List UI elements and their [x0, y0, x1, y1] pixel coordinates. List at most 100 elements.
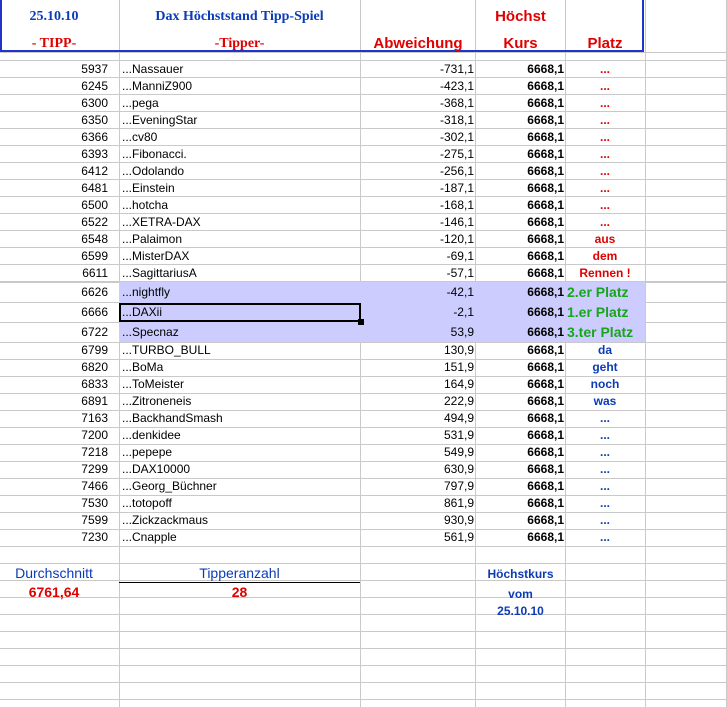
tipp-value: 6611	[82, 266, 108, 280]
tipper-name: ...pega	[122, 96, 159, 110]
abweichung-value: 164,9	[443, 377, 474, 391]
platz-value: ...	[599, 181, 610, 195]
kurs-value: 6668,1	[527, 164, 564, 178]
col-header-tipp: - TIPP-	[31, 36, 77, 51]
grid-row-line	[0, 665, 727, 666]
kurs-value: 6668,1	[527, 513, 564, 527]
platz-value: ...	[599, 130, 610, 144]
kurs-value: 6668,1	[527, 113, 564, 127]
tipper-name: ...pepepe	[122, 445, 173, 459]
col-header-tipper: -Tipper-	[214, 36, 265, 51]
tipp-value: 6666	[81, 305, 108, 319]
page-title: Dax Höchststand Tipp-Spiel	[155, 9, 324, 24]
platz-value: ...	[599, 79, 610, 93]
col-header-hoechst: Höchst	[495, 8, 546, 25]
abweichung-value: -146,1	[439, 215, 474, 229]
tipper-name: ...Fibonacci.	[122, 147, 187, 161]
tipp-value: 6300	[81, 96, 108, 110]
tipp-value: 6833	[81, 377, 108, 391]
kurs-value: 6668,1	[527, 249, 564, 263]
platz-value: aus	[594, 232, 616, 246]
tipper-name: ...BackhandSmash	[122, 411, 223, 425]
col-header-platz: Platz	[587, 35, 623, 52]
kurs-value: 6668,1	[527, 285, 564, 299]
kurs-value: 6668,1	[527, 198, 564, 212]
platz-value: noch	[590, 377, 620, 391]
kurs-value: 6668,1	[527, 428, 564, 442]
grid-row-line	[0, 631, 727, 632]
tipp-value: 6350	[81, 113, 108, 127]
tipper-name: ...Einstein	[122, 181, 175, 195]
tipper-name: ...DAX10000	[122, 462, 191, 476]
grid-row-line	[0, 699, 727, 700]
abweichung-value: -302,1	[439, 130, 474, 144]
platz-value: dem	[592, 249, 618, 263]
kurs-value: 6668,1	[527, 215, 564, 229]
tipper-name: ...nightfly	[122, 285, 171, 299]
kurs-value: 6668,1	[527, 147, 564, 161]
abweichung-value: -2,1	[453, 305, 474, 319]
vom-label: vom	[508, 587, 533, 601]
tipper-name: ...ManniZ900	[122, 79, 193, 93]
platz-value: ...	[599, 215, 610, 229]
kurs-value: 6668,1	[527, 96, 564, 110]
platz-value: ...	[599, 62, 610, 76]
grid-row-line	[0, 563, 727, 564]
selected-cell[interactable]	[119, 303, 361, 322]
tipp-value: 7299	[81, 462, 108, 476]
tipper-name: ...ToMeister	[122, 377, 185, 391]
tipp-value: 6548	[81, 232, 108, 246]
tipper-name: ...BoMa	[122, 360, 164, 374]
platz-value: ...	[599, 445, 610, 459]
tipper-name: ...Zitroneneis	[122, 394, 192, 408]
tipper-name: ...Palaimon	[122, 232, 183, 246]
tipper-name: ...denkidee	[122, 428, 181, 442]
col-header-abweichung: Abweichung	[373, 35, 463, 52]
abweichung-value: 561,9	[443, 530, 474, 544]
abweichung-value: 222,9	[443, 394, 474, 408]
kurs-value: 6668,1	[527, 232, 564, 246]
tipper-name: ...MisterDAX	[122, 249, 190, 263]
abweichung-value: 630,9	[443, 462, 474, 476]
tipp-value: 6626	[81, 285, 108, 299]
col-header-kurs: Kurs	[503, 35, 538, 52]
abweichung-value: -368,1	[439, 96, 474, 110]
abweichung-value: -318,1	[439, 113, 474, 127]
tipper-name: ...XETRA-DAX	[122, 215, 201, 229]
kurs-value: 6668,1	[527, 79, 564, 93]
platz-value: was	[593, 394, 617, 408]
tipp-value: 6393	[81, 147, 108, 161]
platz-value: ...	[599, 147, 610, 161]
tipper-name: ...hotcha	[122, 198, 169, 212]
platz-value: ...	[599, 113, 610, 127]
kurs-value: 6668,1	[527, 343, 564, 357]
tipp-value: 6891	[81, 394, 108, 408]
kurs-value: 6668,1	[527, 411, 564, 425]
platz-value: 1.er Platz	[567, 304, 629, 320]
kurs-value: 6668,1	[527, 445, 564, 459]
platz-value: 2.er Platz	[567, 284, 629, 300]
platz-value: ...	[599, 428, 610, 442]
abweichung-value: 861,9	[443, 496, 474, 510]
abweichung-value: -168,1	[439, 198, 474, 212]
hoechstkurs-label: Höchstkurs	[487, 567, 554, 581]
platz-value: ...	[599, 530, 610, 544]
tipper-name: ...cv80	[122, 130, 158, 144]
abweichung-value: 531,9	[443, 428, 474, 442]
abweichung-value: 549,9	[443, 445, 474, 459]
abweichung-value: -187,1	[439, 181, 474, 195]
tipperanzahl-underline	[119, 582, 360, 583]
kurs-value: 6668,1	[527, 496, 564, 510]
grid-row-line	[0, 648, 727, 649]
platz-value: ...	[599, 411, 610, 425]
platz-value: ...	[599, 496, 610, 510]
platz-value: ...	[599, 198, 610, 212]
grid-row-line	[0, 682, 727, 683]
tipp-value: 6722	[81, 325, 108, 339]
abweichung-value: -423,1	[439, 79, 474, 93]
fill-handle[interactable]	[358, 319, 364, 325]
abweichung-value: -69,1	[446, 249, 474, 263]
tipp-value: 7218	[81, 445, 108, 459]
kurs-value: 6668,1	[527, 305, 564, 319]
tipper-name: ...Cnapple	[122, 530, 177, 544]
